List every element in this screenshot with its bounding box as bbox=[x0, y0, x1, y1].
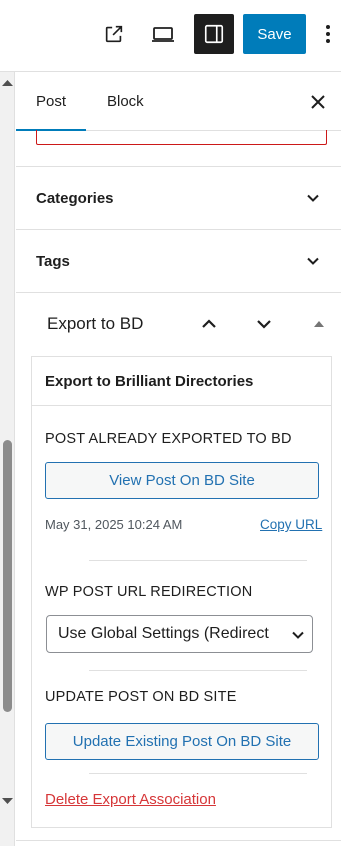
save-button[interactable]: Save bbox=[243, 14, 306, 54]
delete-export-association-link[interactable]: Delete Export Association bbox=[45, 791, 216, 808]
desktop-preview-icon bbox=[152, 27, 174, 42]
chevron-down-icon bbox=[292, 631, 304, 639]
top-toolbar: Save bbox=[0, 0, 341, 72]
editor-window: Save Post Block Categories Tags Export t… bbox=[0, 0, 341, 846]
exported-status-label: POST ALREADY EXPORTED TO BD bbox=[45, 431, 292, 447]
tab-block[interactable]: Block bbox=[107, 72, 144, 131]
scroll-down-arrow-icon[interactable] bbox=[0, 796, 15, 806]
chevron-down-icon bbox=[307, 257, 319, 265]
view-post-on-bd-button[interactable]: View Post On BD Site bbox=[45, 462, 319, 499]
tags-panel-header[interactable]: Tags bbox=[16, 229, 341, 292]
close-icon bbox=[311, 94, 325, 109]
move-up-icon[interactable] bbox=[199, 314, 219, 334]
collapse-triangle-icon[interactable] bbox=[312, 317, 326, 331]
redirect-label: WP POST URL REDIRECTION bbox=[45, 584, 253, 600]
scroll-up-arrow-icon[interactable] bbox=[0, 78, 15, 88]
divider bbox=[89, 560, 307, 561]
update-post-on-bd-button[interactable]: Update Existing Post On BD Site bbox=[45, 723, 319, 760]
error-field-box bbox=[36, 130, 327, 145]
export-panel-title: Export to BD bbox=[47, 313, 144, 333]
settings-toggle-button[interactable] bbox=[194, 14, 234, 54]
external-link-icon bbox=[105, 25, 123, 43]
preview-button[interactable] bbox=[145, 16, 181, 52]
categories-title: Categories bbox=[36, 189, 114, 207]
copy-url-link[interactable]: Copy URL bbox=[260, 517, 322, 532]
sidebar-tabs: Post Block bbox=[16, 72, 341, 131]
divider bbox=[16, 840, 341, 841]
more-options-icon bbox=[326, 25, 330, 43]
export-bd-heading: Export to Brilliant Directories bbox=[32, 357, 331, 406]
scrollbar[interactable] bbox=[0, 72, 15, 846]
redirect-select-value: Use Global Settings (Redirect bbox=[58, 625, 269, 642]
divider bbox=[89, 773, 307, 774]
divider bbox=[89, 670, 307, 671]
settings-sidebar: Post Block Categories Tags Export to BD bbox=[16, 72, 341, 846]
export-date: May 31, 2025 10:24 AM bbox=[45, 517, 183, 532]
scrollbar-thumb[interactable] bbox=[3, 440, 12, 712]
redirect-select[interactable]: Use Global Settings (Redirect bbox=[46, 615, 313, 653]
settings-sidebar-icon bbox=[204, 24, 224, 44]
more-options-button[interactable] bbox=[318, 16, 338, 52]
move-down-icon[interactable] bbox=[254, 314, 274, 334]
close-sidebar-button[interactable] bbox=[306, 72, 330, 131]
export-panel-header: Export to BD bbox=[16, 292, 341, 354]
export-bd-box: Export to Brilliant Directories POST ALR… bbox=[31, 356, 332, 828]
categories-panel-header[interactable]: Categories bbox=[16, 166, 341, 229]
update-label: UPDATE POST ON BD SITE bbox=[45, 689, 237, 705]
tags-title: Tags bbox=[36, 252, 70, 270]
tab-post[interactable]: Post bbox=[16, 72, 86, 131]
view-post-button[interactable] bbox=[96, 16, 132, 52]
chevron-down-icon bbox=[307, 194, 319, 202]
